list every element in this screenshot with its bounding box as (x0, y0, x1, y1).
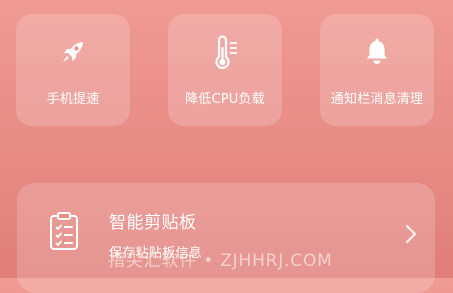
tile-label: 降低CPU负载 (185, 92, 265, 107)
bell-icon (320, 34, 434, 70)
clipboard-icon (49, 211, 79, 255)
reduce-cpu-load-tile[interactable]: 降低CPU负载 (168, 14, 282, 126)
notification-cleanup-tile[interactable]: 通知栏消息清理 (320, 14, 434, 126)
thermometer-icon (168, 34, 282, 70)
chevron-right-icon (405, 224, 417, 248)
rocket-icon (16, 34, 130, 70)
card-title: 智能剪贴板 (109, 213, 197, 233)
tile-label: 手机提速 (46, 92, 100, 107)
watermark-text: 指尖汇软件 • ZJHHRJ.COM (108, 251, 333, 271)
tile-label: 通知栏消息清理 (330, 92, 424, 107)
speed-up-phone-tile[interactable]: 手机提速 (16, 14, 130, 126)
smart-clipboard-card[interactable]: 智能剪贴板 保存粘贴板信息 (17, 183, 435, 293)
